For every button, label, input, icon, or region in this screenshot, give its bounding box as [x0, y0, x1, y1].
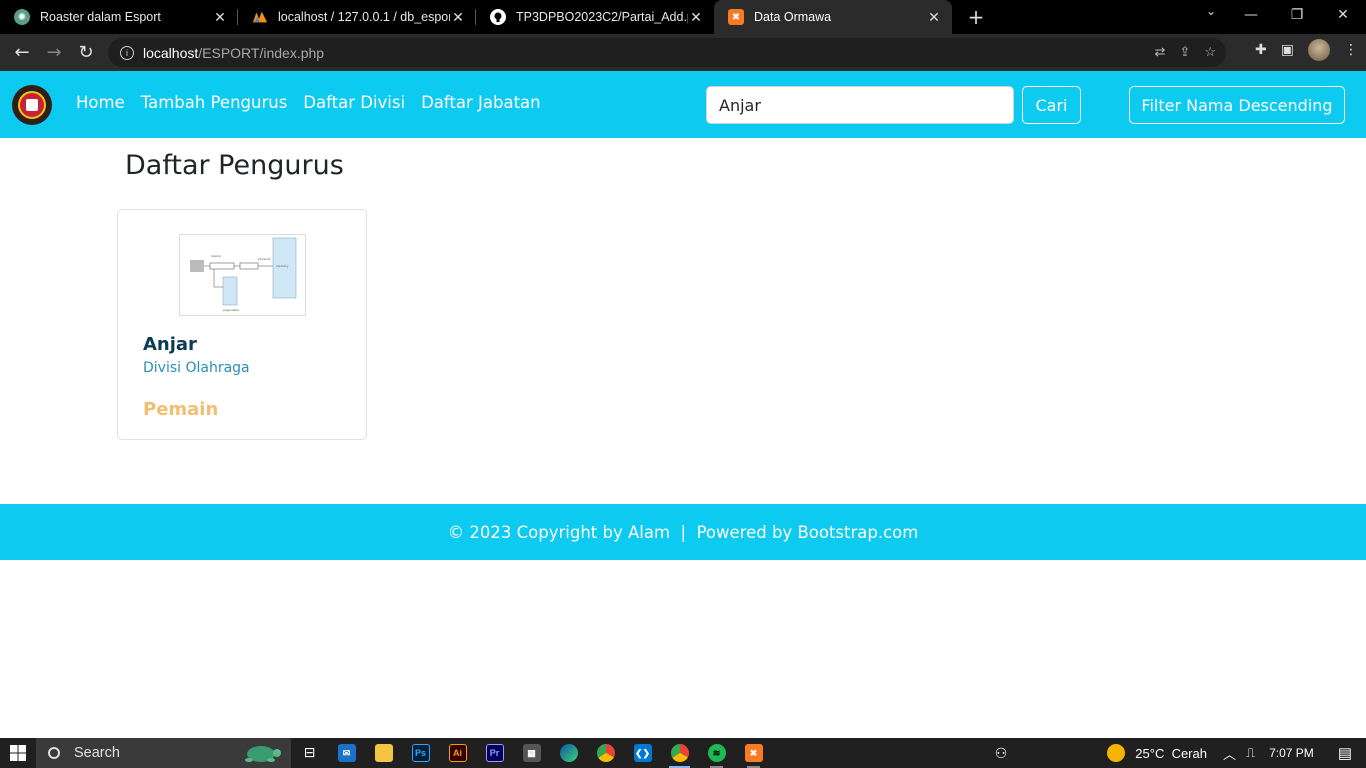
windows-taskbar: Search ⊟ ✉ Ps Ai Pr ▦ ❮❯ ≋ ✖ ⚇ 25°C Cera… [0, 738, 1366, 768]
xampp-taskbar-icon[interactable]: ✖ [735, 738, 772, 768]
weather-moon-icon [1107, 744, 1126, 762]
pengurus-card[interactable]: logical physical memory page table Anjar… [117, 209, 367, 440]
clock[interactable]: 7:07 PM [1269, 746, 1314, 760]
search-button[interactable]: Cari [1022, 86, 1081, 124]
forward-icon[interactable]: → [38, 37, 70, 69]
windows-start-icon[interactable] [0, 738, 36, 768]
chatgpt-icon: ✺ [14, 9, 30, 25]
close-window-icon[interactable]: ✕ [1320, 0, 1366, 30]
taskbar-search-box[interactable]: Search [36, 738, 291, 768]
svg-text:memory: memory [276, 264, 289, 268]
nav-link-daftar-jabatan[interactable]: Daftar Jabatan [421, 93, 541, 112]
pengurus-photo: logical physical memory page table [179, 234, 306, 316]
photoshop-icon[interactable]: Ps [402, 738, 439, 768]
phpmyadmin-icon [252, 9, 268, 25]
mail-icon[interactable]: ✉ [328, 738, 365, 768]
profile-avatar[interactable] [1308, 39, 1330, 61]
site-logo[interactable] [12, 85, 52, 125]
pengurus-jabatan: Pemain [143, 399, 219, 420]
people-icon[interactable]: ⚇ [995, 745, 1008, 762]
calculator-icon[interactable]: ▦ [513, 738, 550, 768]
back-icon[interactable]: ← [6, 37, 38, 69]
browser-tab-data-ormawa[interactable]: ✖ Data Ormawa ✕ [714, 0, 952, 34]
chrome-active-icon[interactable] [661, 738, 698, 768]
vscode-icon[interactable]: ❮❯ [624, 738, 661, 768]
footer-text: © 2023 Copyright by Alam | Powered by Bo… [447, 522, 919, 542]
pengurus-divisi: Divisi Olahraga [143, 360, 250, 376]
restore-icon[interactable]: ❐ [1274, 0, 1320, 30]
reload-icon[interactable]: ↻ [70, 37, 102, 69]
search-icon [48, 747, 60, 759]
side-panel-icon[interactable]: ▣ [1281, 42, 1294, 58]
url-host: localhost [143, 44, 199, 61]
tab-title: localhost / 127.0.0.1 / db_esport [278, 10, 450, 24]
xampp-icon: ✖ [728, 9, 744, 25]
nav-link-tambah-pengurus[interactable]: Tambah Pengurus [141, 93, 288, 112]
browser-tab-roaster[interactable]: ✺ Roaster dalam Esport ✕ [0, 0, 238, 34]
browser-tab-github[interactable]: TP3DPBO2023C2/Partai_Add.png ✕ [476, 0, 714, 34]
task-view-icon[interactable]: ⊟ [291, 738, 328, 768]
notification-icon[interactable]: ▤ [1338, 744, 1352, 762]
search-input[interactable] [706, 86, 1014, 124]
tray-chevron-icon[interactable]: ︿ [1223, 744, 1236, 763]
bookmark-star-icon[interactable]: ☆ [1204, 44, 1216, 60]
file-explorer-icon[interactable] [365, 738, 402, 768]
tab-title: TP3DPBO2023C2/Partai_Add.png [516, 10, 688, 24]
close-tab-icon[interactable]: ✕ [688, 9, 704, 26]
weather-text[interactable]: 25°C Cerah [1135, 746, 1207, 761]
new-tab-button[interactable]: + [962, 3, 990, 31]
github-icon [490, 9, 506, 25]
turtle-illustration-icon [245, 746, 281, 762]
menu-kebab-icon[interactable]: ⋮ [1344, 42, 1358, 58]
taskbar-search-label: Search [74, 745, 120, 761]
chrome-icon[interactable] [587, 738, 624, 768]
system-tray: ⚇ 25°C Cerah ︿ ⎍ 7:07 PM ▤ [995, 738, 1366, 768]
svg-text:page table: page table [223, 308, 239, 312]
nav-link-daftar-divisi[interactable]: Daftar Divisi [303, 93, 405, 112]
browser-toolbar: ← → ↻ i localhost/ESPORT/index.php ⇄ ⇪ ☆… [0, 34, 1366, 71]
window-controls: — ❐ ✕ [1228, 0, 1366, 30]
site-footer: © 2023 Copyright by Alam | Powered by Bo… [0, 504, 1366, 560]
page-title: Daftar Pengurus [125, 150, 344, 181]
premiere-icon[interactable]: Pr [476, 738, 513, 768]
nav-links: Home Tambah Pengurus Daftar Divisi Dafta… [76, 93, 541, 112]
nav-link-home[interactable]: Home [76, 93, 125, 112]
filter-name-descending-button[interactable]: Filter Nama Descending [1129, 86, 1345, 124]
extensions-icon[interactable]: ✚ [1255, 42, 1267, 58]
edge-icon[interactable] [550, 738, 587, 768]
site-navbar: Home Tambah Pengurus Daftar Divisi Dafta… [0, 71, 1366, 138]
browser-tab-bar: ✺ Roaster dalam Esport ✕ localhost / 127… [0, 0, 1366, 34]
close-tab-icon[interactable]: ✕ [926, 9, 942, 26]
tab-title: Data Ormawa [754, 10, 832, 24]
share-icon[interactable]: ⇪ [1179, 44, 1190, 60]
address-bar[interactable]: i localhost/ESPORT/index.php ⇄ ⇪ ☆ [108, 38, 1226, 67]
browser-tab-phpmyadmin[interactable]: localhost / 127.0.0.1 / db_esport ✕ [238, 0, 476, 34]
minimize-icon[interactable]: — [1228, 0, 1274, 30]
translate-icon[interactable]: ⇄ [1155, 44, 1166, 60]
spotify-icon[interactable]: ≋ [698, 738, 735, 768]
svg-text:physical: physical [258, 257, 270, 261]
illustrator-icon[interactable]: Ai [439, 738, 476, 768]
svg-text:logical: logical [211, 254, 221, 258]
site-info-icon[interactable]: i [120, 45, 134, 60]
close-tab-icon[interactable]: ✕ [212, 9, 228, 26]
tab-search-chevron-icon[interactable]: ⌄ [1206, 4, 1216, 18]
url-path: /ESPORT/index.php [198, 44, 325, 61]
tab-title: Roaster dalam Esport [40, 10, 161, 24]
pengurus-name: Anjar [143, 334, 197, 355]
close-tab-icon[interactable]: ✕ [450, 9, 466, 26]
network-icon[interactable]: ⎍ [1246, 745, 1255, 761]
